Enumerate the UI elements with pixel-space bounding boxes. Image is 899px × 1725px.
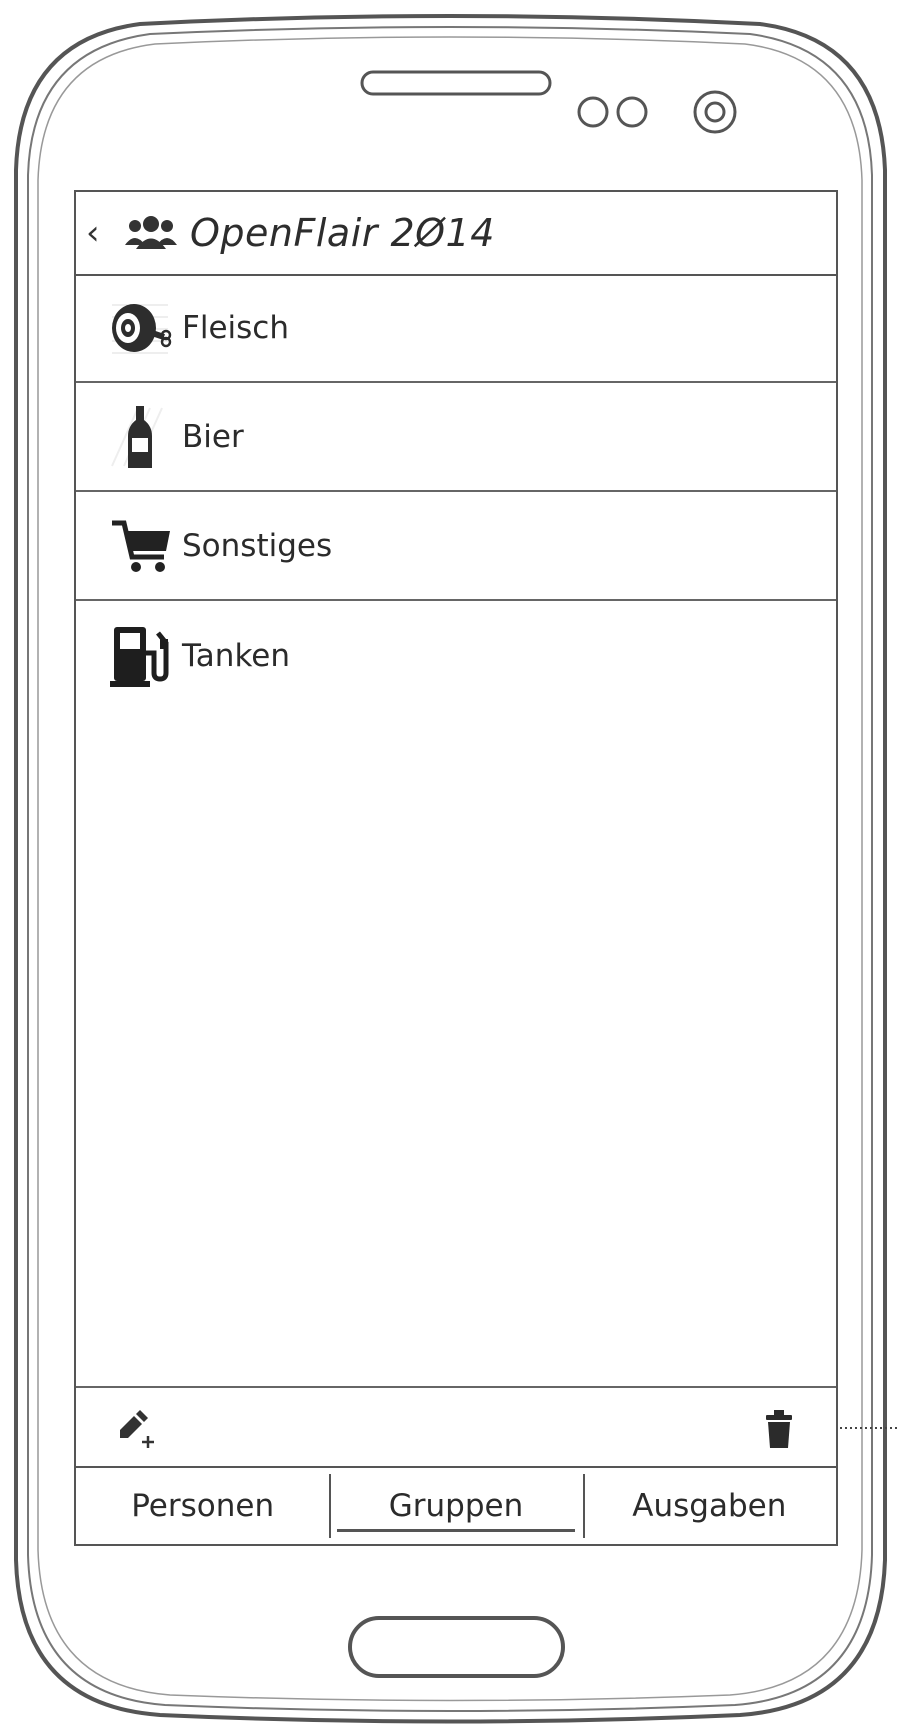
add-edit-icon[interactable] [116, 1408, 160, 1452]
speaker-grille [360, 70, 552, 96]
list-item[interactable]: Bier [76, 383, 836, 492]
group-list: Fleisch Bier Sonstiges Tanken [76, 274, 836, 710]
list-item-label: Sonstiges [182, 527, 333, 564]
list-item[interactable]: Fleisch [76, 274, 836, 383]
beer-bottle-icon [111, 405, 163, 468]
tab-bar: Personen Gruppen Ausgaben [76, 1468, 836, 1544]
meat-icon [112, 303, 172, 354]
list-item-label: Fleisch [182, 309, 289, 346]
list-item-label: Bier [182, 418, 244, 455]
fuel-pump-icon [110, 626, 169, 687]
app-bar: ‹ OpenFlair 2Ø14 [76, 192, 836, 276]
action-bar [76, 1386, 836, 1468]
list-item-label: Tanken [182, 637, 291, 674]
camera-icon [693, 90, 737, 134]
home-button[interactable] [348, 1616, 565, 1678]
list-item[interactable]: Tanken [76, 601, 836, 710]
sensor-icon [577, 96, 648, 128]
tab-ausgaben[interactable]: Ausgaben [582, 1468, 836, 1544]
group-icon [125, 216, 177, 249]
list-item[interactable]: Sonstiges [76, 492, 836, 601]
shopping-cart-icon [112, 520, 170, 572]
tab-personen[interactable]: Personen [76, 1468, 329, 1544]
chevron-left-icon[interactable]: ‹ [86, 216, 120, 250]
app-screen: ‹ OpenFlair 2Ø14 Fleisch Bier Sonstiges … [74, 190, 838, 1546]
page-title: OpenFlair 2Ø14 [190, 211, 495, 255]
tab-gruppen[interactable]: Gruppen [329, 1468, 582, 1544]
trash-icon[interactable] [764, 1410, 794, 1448]
